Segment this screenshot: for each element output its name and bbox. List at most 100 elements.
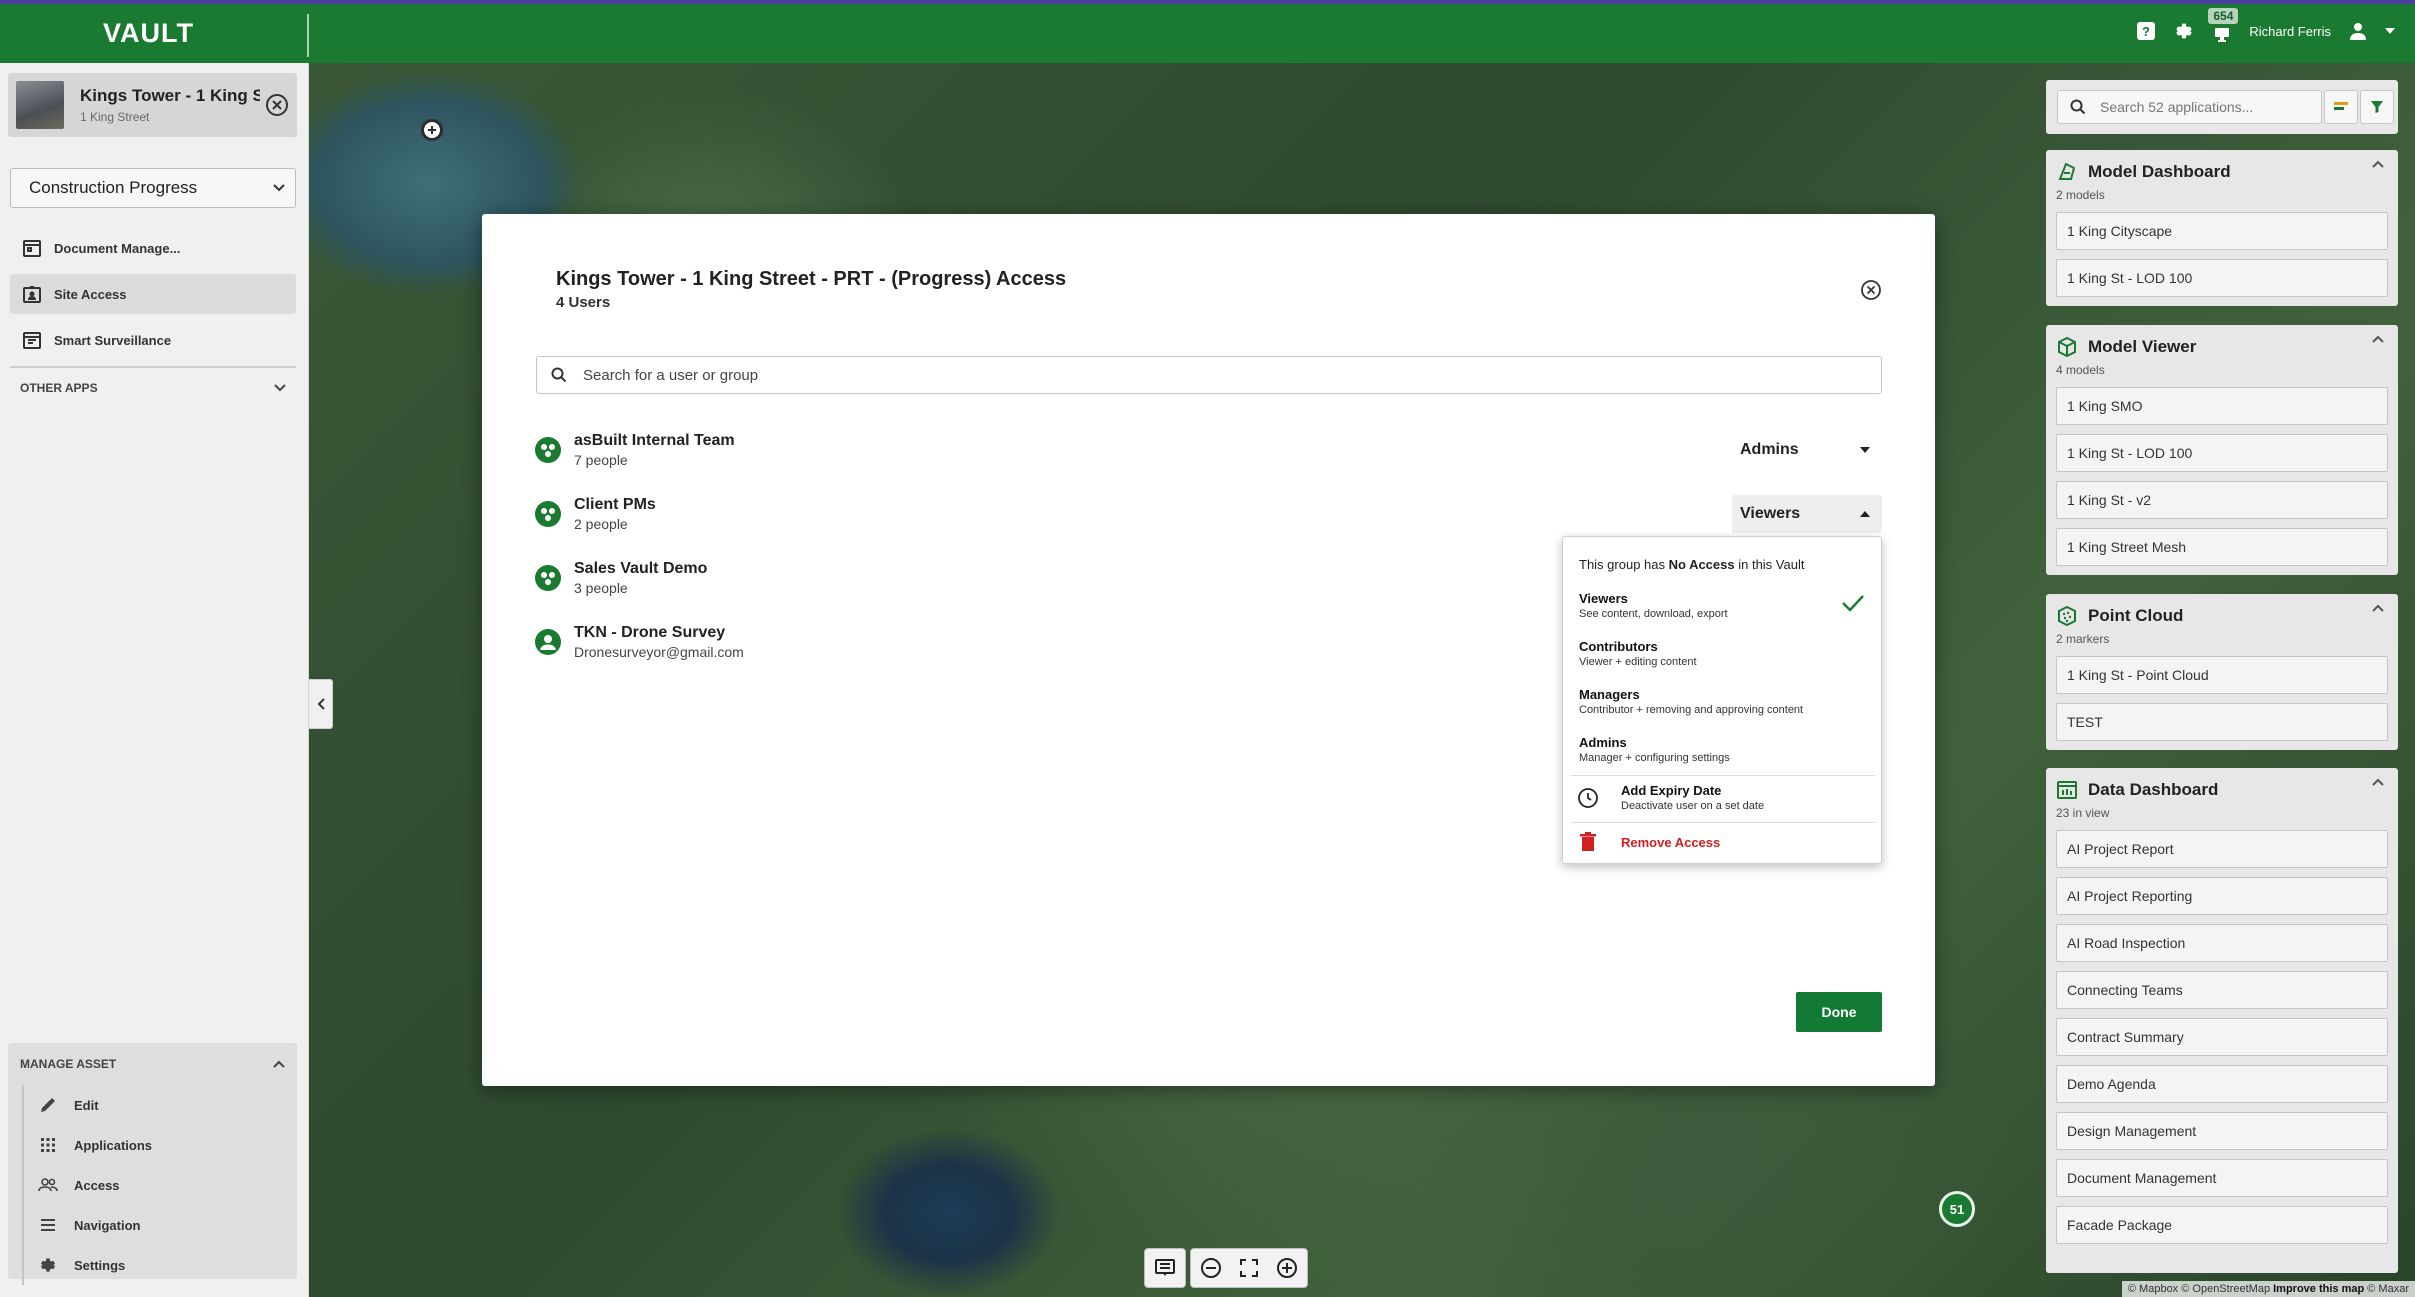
collapse-sidebar-button[interactable] — [309, 679, 333, 729]
option-title: Managers — [1579, 687, 1640, 702]
list-item[interactable]: AI Project Reporting — [2056, 877, 2388, 915]
role-select-client-pms[interactable]: Viewers — [1732, 495, 1882, 533]
option-desc: See content, download, export — [1579, 608, 1728, 620]
option-title: Admins — [1579, 735, 1627, 750]
role-option-viewers[interactable]: Viewers See content, download, export — [1579, 591, 1869, 620]
manage-item-label: Applications — [74, 1137, 153, 1153]
check-icon — [1842, 595, 1864, 612]
option-title: Viewers — [1579, 591, 1628, 606]
filter-button[interactable] — [2360, 90, 2394, 124]
menu-icon — [41, 1219, 55, 1231]
role-value: Admins — [1740, 441, 1799, 458]
section-point-cloud: Point Cloud 2 markers 1 King St - Point … — [2046, 594, 2398, 750]
list-item[interactable]: Demo Agenda — [2056, 1065, 2388, 1103]
close-asset-icon[interactable] — [265, 93, 289, 117]
zoom-out-icon[interactable] — [1197, 1254, 1225, 1282]
caret-down-icon — [1860, 447, 1870, 453]
section-data-dashboard: Data Dashboard 23 in view AI Project Rep… — [2046, 768, 2398, 1273]
list-item[interactable]: Facade Package — [2056, 1206, 2388, 1244]
manage-item-label: Settings — [74, 1257, 126, 1273]
other-apps-toggle[interactable]: OTHER APPS — [10, 381, 296, 395]
list-item[interactable]: Connecting Teams — [2056, 971, 2388, 1009]
view-select[interactable]: Construction Progress — [10, 168, 296, 208]
grid-icon — [41, 1138, 55, 1152]
asset-title: Kings Tower - 1 King St — [80, 86, 260, 105]
group-icon — [535, 501, 561, 527]
close-modal-icon[interactable] — [1859, 278, 1883, 302]
list-item[interactable]: 1 King St - Point Cloud — [2056, 656, 2388, 694]
chevron-down-icon — [273, 184, 285, 192]
manage-item-settings[interactable]: Settings — [38, 1245, 297, 1285]
vault-logo[interactable]: VAULT — [103, 18, 194, 49]
role-option-managers[interactable]: Managers Contributor + removing and appr… — [1579, 687, 1869, 716]
manage-item-edit[interactable]: Edit — [38, 1085, 297, 1125]
user-name: Sales Vault Demo — [574, 560, 708, 577]
list-item[interactable]: AI Road Inspection — [2056, 924, 2388, 962]
role-select-asbuilt[interactable]: Admins — [1732, 431, 1882, 469]
attribution-mapbox[interactable]: © Mapbox © OpenStreetMap — [2128, 1283, 2270, 1295]
manage-item-label: Edit — [74, 1097, 99, 1113]
help-icon[interactable]: ? — [2135, 20, 2157, 42]
user-name[interactable]: Richard Ferris — [2249, 24, 2331, 39]
section-subtitle: 23 in view — [2056, 806, 2110, 820]
user-icon[interactable] — [2347, 20, 2369, 42]
chevron-up-icon[interactable] — [2372, 778, 2384, 786]
remove-access-option[interactable]: Remove Access — [1577, 831, 1720, 853]
role-option-contributors[interactable]: Contributors Viewer + editing content — [1579, 639, 1869, 668]
group-icon — [535, 565, 561, 591]
list-item[interactable]: 1 King St - v2 — [2056, 481, 2388, 519]
remove-access-label: Remove Access — [1621, 834, 1721, 850]
fullscreen-icon[interactable] — [1235, 1254, 1263, 1282]
nav-item-document-management[interactable]: Document Manage... — [10, 228, 296, 268]
nav-item-site-access[interactable]: Site Access — [10, 274, 296, 314]
section-subtitle: 4 models — [2056, 363, 2105, 377]
user-search-box[interactable] — [536, 356, 1882, 394]
zoom-in-icon[interactable] — [1273, 1254, 1301, 1282]
legend-icon[interactable] — [1151, 1254, 1179, 1282]
done-button[interactable]: Done — [1796, 992, 1882, 1032]
manage-item-access[interactable]: Access — [38, 1165, 297, 1205]
list-item[interactable]: 1 King SMO — [2056, 387, 2388, 425]
asset-subtitle: 1 King Street — [80, 110, 150, 124]
chevron-up-icon[interactable] — [2372, 160, 2384, 168]
asset-card[interactable]: Kings Tower - 1 King St 1 King Street — [8, 73, 297, 137]
list-item[interactable]: 1 King St - LOD 100 — [2056, 434, 2388, 472]
chevron-up-icon[interactable] — [2372, 604, 2384, 612]
access-note: This group has No Access in this Vault — [1579, 557, 1805, 572]
role-value: Viewers — [1740, 505, 1801, 522]
map-attribution: © Mapbox © OpenStreetMap Improve this ma… — [2121, 1281, 2415, 1297]
list-item[interactable]: AI Project Report — [2056, 830, 2388, 868]
nav-item-smart-surveillance[interactable]: Smart Surveillance — [10, 320, 296, 360]
attribution-maxar[interactable]: © Maxar — [2367, 1283, 2409, 1295]
chevron-down-icon — [274, 384, 286, 392]
role-option-admins[interactable]: Admins Manager + configuring settings — [1579, 735, 1869, 764]
list-item[interactable]: 1 King Cityscape — [2056, 212, 2388, 250]
app-search-input[interactable] — [2098, 98, 2298, 116]
manage-asset-header[interactable]: MANAGE ASSET — [8, 1043, 297, 1085]
user-menu-caret-icon[interactable] — [2385, 20, 2395, 42]
notifications-icon[interactable]: 654 — [2208, 8, 2239, 42]
gear-icon — [40, 1258, 56, 1272]
app-search-box[interactable] — [2057, 90, 2322, 124]
sort-button[interactable] — [2324, 90, 2358, 124]
list-item[interactable]: Design Management — [2056, 1112, 2388, 1150]
list-item[interactable]: Contract Summary — [2056, 1018, 2388, 1056]
manage-item-applications[interactable]: Applications — [38, 1125, 297, 1165]
role-dropdown-menu: This group has No Access in this Vault V… — [1562, 536, 1882, 864]
chevron-left-icon — [317, 698, 325, 710]
user-search-input[interactable] — [581, 365, 1381, 385]
list-item[interactable]: 1 King Street Mesh — [2056, 528, 2388, 566]
improve-map-link[interactable]: Improve this map — [2273, 1283, 2364, 1295]
gear-icon[interactable] — [2173, 20, 2195, 42]
left-sidebar: Kings Tower - 1 King St 1 King Street Co… — [0, 63, 309, 1297]
manage-item-navigation[interactable]: Navigation — [38, 1205, 297, 1245]
user-name: TKN - Drone Survey — [574, 624, 726, 641]
list-item[interactable]: TEST — [2056, 703, 2388, 741]
map-marker[interactable] — [421, 119, 443, 141]
map-cluster-marker[interactable]: 51 — [1939, 1191, 1975, 1227]
list-item[interactable]: 1 King St - LOD 100 — [2056, 259, 2388, 297]
user-row-asbuilt: asBuilt Internal Team 7 people — [534, 425, 735, 475]
list-item[interactable]: Document Management — [2056, 1159, 2388, 1197]
chevron-up-icon[interactable] — [2372, 335, 2384, 343]
add-expiry-date-option[interactable]: Add Expiry Date Deactivate user on a set… — [1577, 783, 1764, 812]
